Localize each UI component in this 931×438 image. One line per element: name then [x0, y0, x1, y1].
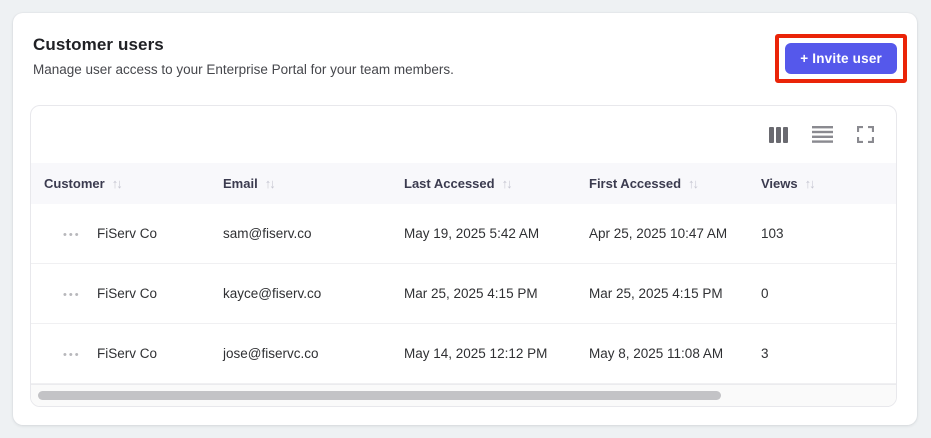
- cell-first-accessed: Mar 25, 2025 4:15 PM: [589, 286, 723, 301]
- cell-customer: FiServ Co: [97, 346, 158, 361]
- column-header-views[interactable]: Views ↑↓: [761, 176, 896, 191]
- column-header-last-accessed[interactable]: Last Accessed ↑↓: [404, 176, 589, 191]
- panel-header: Customer users Manage user access to you…: [13, 13, 917, 83]
- table-header-row: Customer ↑↓ Email ↑↓ Last Accessed ↑↓ Fi…: [31, 163, 896, 204]
- cell-last-accessed: Mar 25, 2025 4:15 PM: [404, 286, 538, 301]
- users-table-container: Customer ↑↓ Email ↑↓ Last Accessed ↑↓ Fi…: [30, 105, 897, 407]
- sort-icon[interactable]: ↑↓: [265, 176, 276, 191]
- column-header-first-accessed[interactable]: First Accessed ↑↓: [589, 176, 761, 191]
- cell-email: sam@fiserv.co: [223, 226, 312, 241]
- table-toolbar: [31, 106, 896, 163]
- cell-last-accessed: May 19, 2025 5:42 AM: [404, 226, 540, 241]
- cell-views: 103: [761, 226, 784, 241]
- cell-first-accessed: May 8, 2025 11:08 AM: [589, 346, 724, 361]
- invite-user-button[interactable]: + Invite user: [785, 43, 897, 74]
- sort-icon[interactable]: ↑↓: [805, 176, 816, 191]
- annotation-highlight-box: + Invite user: [775, 34, 907, 83]
- table-row[interactable]: ••• FiServ Co kayce@fiserv.co Mar 25, 20…: [31, 264, 896, 324]
- row-actions-icon[interactable]: •••: [63, 289, 81, 301]
- cell-email: kayce@fiserv.co: [223, 286, 322, 301]
- columns-icon[interactable]: [769, 126, 788, 143]
- page-subtitle: Manage user access to your Enterprise Po…: [33, 62, 454, 77]
- row-actions-icon[interactable]: •••: [63, 349, 81, 361]
- sort-icon[interactable]: ↑↓: [688, 176, 699, 191]
- column-header-email[interactable]: Email ↑↓: [223, 176, 404, 191]
- row-density-icon[interactable]: [812, 126, 833, 143]
- cell-views: 0: [761, 286, 769, 301]
- horizontal-scrollbar[interactable]: [31, 384, 896, 406]
- scrollbar-thumb[interactable]: [38, 391, 722, 400]
- page-title: Customer users: [33, 35, 164, 54]
- cell-views: 3: [761, 346, 769, 361]
- cell-last-accessed: May 14, 2025 12:12 PM: [404, 346, 548, 361]
- cell-customer: FiServ Co: [97, 226, 158, 241]
- cell-first-accessed: Apr 25, 2025 10:47 AM: [589, 226, 728, 241]
- sort-icon[interactable]: ↑↓: [502, 176, 513, 191]
- customer-users-panel: Customer users Manage user access to you…: [13, 13, 917, 425]
- sort-icon[interactable]: ↑↓: [112, 176, 123, 191]
- column-header-customer[interactable]: Customer ↑↓: [31, 176, 223, 191]
- row-actions-icon[interactable]: •••: [63, 229, 81, 241]
- table-row[interactable]: ••• FiServ Co sam@fiserv.co May 19, 2025…: [31, 204, 896, 264]
- cell-customer: FiServ Co: [97, 286, 158, 301]
- fullscreen-icon[interactable]: [857, 126, 874, 143]
- cell-email: jose@fiservc.co: [223, 346, 319, 361]
- table-row[interactable]: ••• FiServ Co jose@fiservc.co May 14, 20…: [31, 324, 896, 384]
